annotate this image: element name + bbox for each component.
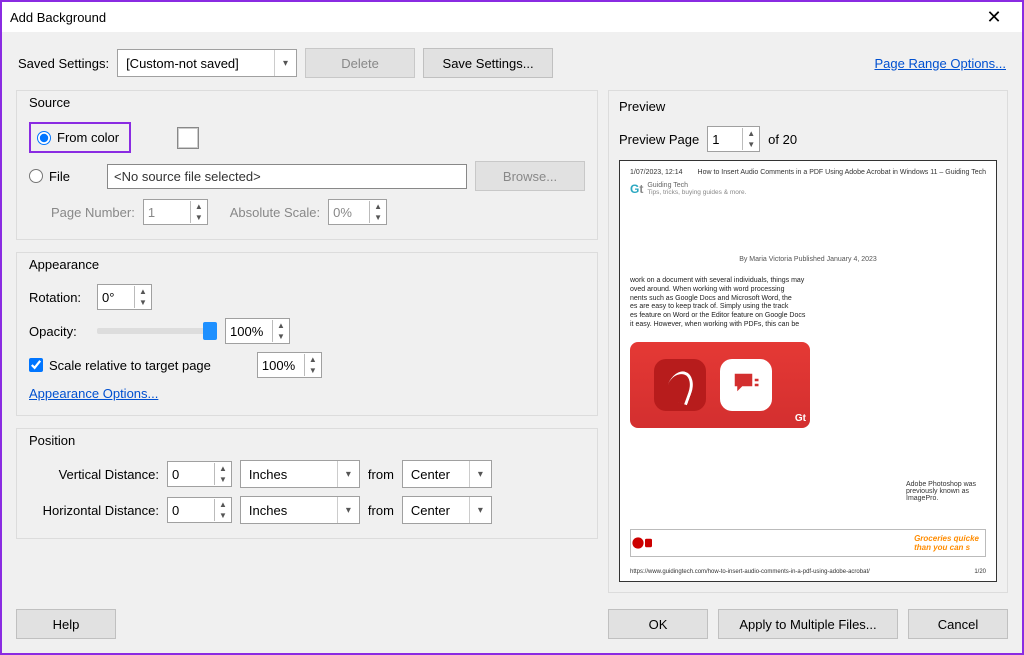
add-background-dialog: Add Background ✕ Saved Settings: [Custom…: [0, 0, 1024, 655]
horizontal-distance-spinner[interactable]: ▲▼: [167, 497, 232, 523]
rotation-value[interactable]: [98, 288, 134, 307]
titlebar: Add Background ✕: [2, 2, 1022, 32]
from-label: from: [368, 467, 394, 482]
horizontal-unit-select[interactable]: Inches ▾: [240, 496, 360, 524]
chevron-down-icon: ▾: [274, 50, 296, 76]
window-title: Add Background: [10, 10, 974, 25]
audio-comment-icon: [720, 359, 772, 411]
from-label: from: [368, 503, 394, 518]
saved-settings-label: Saved Settings:: [18, 56, 109, 71]
chevron-down-icon: ▾: [337, 461, 359, 487]
opacity-slider[interactable]: [97, 328, 217, 334]
chevron-down-icon[interactable]: ▼: [191, 212, 207, 223]
chevron-down-icon: ▾: [469, 461, 491, 487]
browse-button[interactable]: Browse...: [475, 161, 585, 191]
vertical-distance-label: Vertical Distance:: [29, 467, 159, 482]
preview-page-label: Preview Page: [619, 132, 699, 147]
preview-group: Preview Preview Page ▲▼ of 20 1/07/2023,…: [608, 90, 1008, 593]
ad-banner: Groceries quicke than you can s: [630, 529, 986, 557]
page-number-value[interactable]: [144, 203, 190, 222]
chevron-up-icon[interactable]: ▲: [273, 320, 289, 331]
file-path-box: <No source file selected>: [107, 164, 467, 189]
preview-group-label: Preview: [619, 99, 997, 114]
absolute-scale-value[interactable]: [329, 203, 369, 222]
page-number-spinner[interactable]: ▲▼: [143, 199, 208, 225]
chevron-up-icon[interactable]: ▲: [305, 354, 321, 365]
source-group-label: Source: [29, 95, 585, 110]
opacity-value[interactable]: [226, 322, 272, 341]
scale-relative-label: Scale relative to target page: [49, 358, 211, 373]
ok-button[interactable]: OK: [608, 609, 708, 639]
rotation-label: Rotation:: [29, 290, 89, 305]
chevron-down-icon[interactable]: ▼: [215, 474, 231, 485]
position-group: Position Vertical Distance: ▲▼ Inches ▾ …: [16, 428, 598, 539]
content: Saved Settings: [Custom-not saved] ▾ Del…: [2, 32, 1022, 653]
preview-page-spinner[interactable]: ▲▼: [707, 126, 760, 152]
preview-page-value[interactable]: [708, 130, 742, 149]
appearance-group-label: Appearance: [29, 257, 585, 272]
help-button[interactable]: Help: [16, 609, 116, 639]
from-color-label: From color: [57, 130, 119, 145]
color-swatch[interactable]: [177, 127, 199, 149]
chevron-down-icon[interactable]: ▼: [215, 510, 231, 521]
source-group: Source From color: [16, 90, 598, 240]
footer: Help OK Apply to Multiple Files... Cance…: [16, 601, 1008, 639]
chevron-up-icon[interactable]: ▲: [370, 201, 386, 212]
file-radio[interactable]: File: [29, 169, 99, 184]
appearance-group: Appearance Rotation: ▲▼ Opacity:: [16, 252, 598, 416]
apply-multiple-button[interactable]: Apply to Multiple Files...: [718, 609, 898, 639]
horizontal-from-select[interactable]: Center ▾: [402, 496, 492, 524]
rotation-spinner[interactable]: ▲▼: [97, 284, 152, 310]
absolute-scale-spinner[interactable]: ▲▼: [328, 199, 387, 225]
saved-settings-select[interactable]: [Custom-not saved] ▾: [117, 49, 297, 77]
from-color-radio[interactable]: From color: [37, 130, 119, 145]
close-icon[interactable]: ✕: [974, 2, 1014, 32]
preview-thumbnail: 1/07/2023, 12:14 How to Insert Audio Com…: [619, 160, 997, 582]
chevron-down-icon: ▾: [337, 497, 359, 523]
chevron-up-icon[interactable]: ▲: [191, 201, 207, 212]
file-radio-label: File: [49, 169, 70, 184]
chevron-down-icon[interactable]: ▼: [743, 139, 759, 150]
chevron-up-icon[interactable]: ▲: [135, 286, 151, 297]
vertical-distance-spinner[interactable]: ▲▼: [167, 461, 232, 487]
vertical-unit-select[interactable]: Inches ▾: [240, 460, 360, 488]
chevron-up-icon[interactable]: ▲: [215, 499, 231, 510]
absolute-scale-label: Absolute Scale:: [230, 205, 320, 220]
cancel-button[interactable]: Cancel: [908, 609, 1008, 639]
from-color-highlight: From color: [29, 122, 131, 153]
saved-settings-value: [Custom-not saved]: [126, 56, 239, 71]
page-number-label: Page Number:: [51, 205, 135, 220]
scale-relative-spinner[interactable]: ▲▼: [257, 352, 322, 378]
hero-graphic: Gt: [630, 342, 810, 428]
delete-button[interactable]: Delete: [305, 48, 415, 78]
chevron-down-icon[interactable]: ▼: [305, 365, 321, 376]
chevron-down-icon[interactable]: ▼: [135, 297, 151, 308]
horizontal-distance-value[interactable]: [168, 501, 214, 520]
appearance-options-link[interactable]: Appearance Options...: [29, 386, 158, 401]
page-range-options-link[interactable]: Page Range Options...: [874, 56, 1006, 71]
scale-relative-value[interactable]: [258, 356, 304, 375]
chevron-down-icon: ▾: [469, 497, 491, 523]
opacity-label: Opacity:: [29, 324, 89, 339]
saved-settings-row: Saved Settings: [Custom-not saved] ▾ Del…: [16, 42, 1008, 82]
chevron-down-icon[interactable]: ▼: [273, 331, 289, 342]
chevron-up-icon[interactable]: ▲: [215, 463, 231, 474]
horizontal-distance-label: Horizontal Distance:: [29, 503, 159, 518]
vertical-distance-value[interactable]: [168, 465, 214, 484]
chevron-down-icon[interactable]: ▼: [370, 212, 386, 223]
position-group-label: Position: [29, 433, 585, 448]
acrobat-icon: [654, 359, 706, 411]
scale-relative-checkbox[interactable]: Scale relative to target page: [29, 358, 211, 373]
save-settings-button[interactable]: Save Settings...: [423, 48, 553, 78]
vertical-from-select[interactable]: Center ▾: [402, 460, 492, 488]
chevron-up-icon[interactable]: ▲: [743, 128, 759, 139]
preview-page-total: of 20: [768, 132, 797, 147]
opacity-spinner[interactable]: ▲▼: [225, 318, 290, 344]
